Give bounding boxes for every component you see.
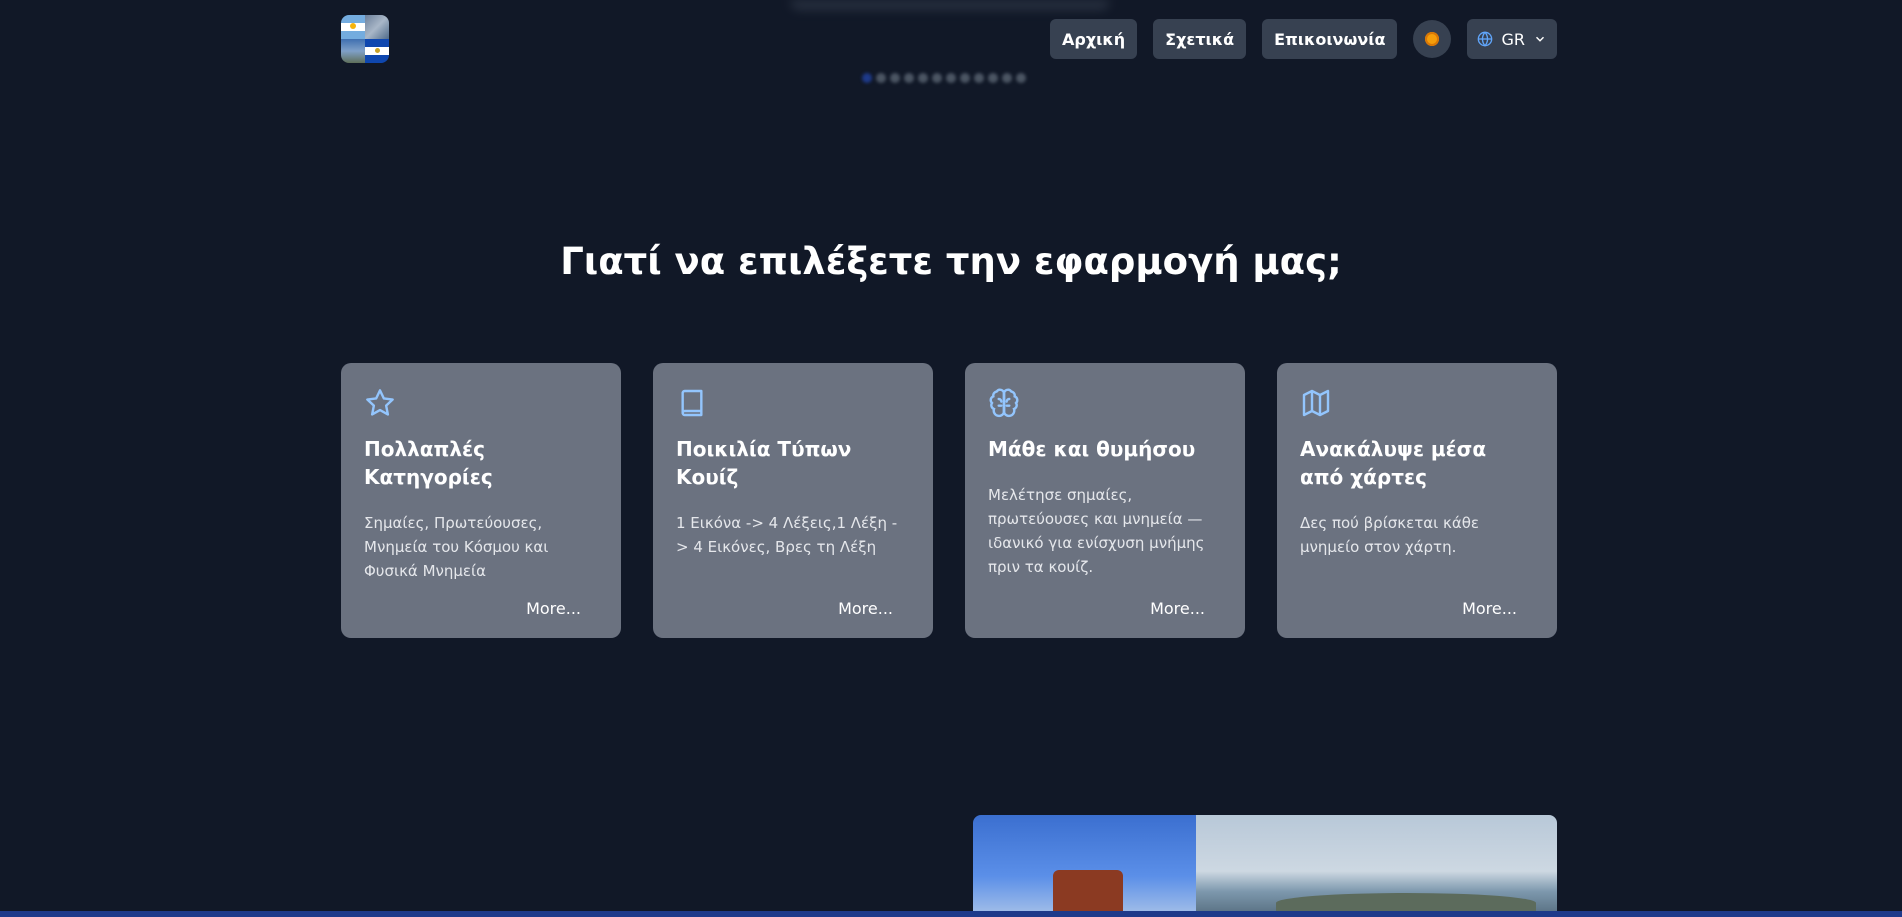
avatar-icon: [1425, 32, 1440, 46]
carousel-dot[interactable]: [974, 73, 984, 83]
feature-card-description: Δες πού βρίσκεται κάθε μνημείο στον χάρτ…: [1300, 514, 1479, 556]
carousel-dot[interactable]: [946, 73, 956, 83]
feature-card-description: Σημαίες, Πρωτεύουσες, Μνημεία του Κόσμου…: [364, 514, 549, 580]
main-nav: Αρχική Σχετικά Επικοινωνία GR: [1050, 19, 1557, 59]
book-icon: [681, 389, 703, 417]
carousel-dot[interactable]: [1016, 73, 1026, 83]
more-link[interactable]: More...: [1150, 599, 1205, 618]
nav-about-button[interactable]: Σχετικά: [1153, 19, 1247, 59]
feature-card-description: 1 Εικόνα -> 4 Λέξεις,1 Λέξη -> 4 Εικόνες…: [676, 514, 898, 556]
logo-flag-argentina: [341, 15, 365, 39]
logo-flag-el-salvador: [365, 39, 389, 63]
star-icon: [366, 389, 394, 416]
brain-icon: [989, 388, 1019, 418]
feature-card-quiz-types: Ποικιλία Τύπων Κουίζ 1 Εικόνα -> 4 Λέξει…: [653, 363, 933, 638]
logo-image-waterfall: [341, 39, 365, 63]
carousel-top-bar: [790, 0, 1110, 10]
landmark-image-coastline: [1196, 815, 1557, 917]
user-avatar-button[interactable]: [1413, 20, 1452, 58]
feature-card-title: Ποικιλία Τύπων Κουίζ: [676, 437, 852, 489]
more-link[interactable]: More...: [1462, 599, 1517, 618]
chevron-down-icon: [1535, 36, 1545, 42]
nav-home-button[interactable]: Αρχική: [1050, 19, 1138, 59]
globe-icon: [1478, 31, 1493, 47]
features-cards: Πολλαπλές Κατηγορίες Σημαίες, Πρωτεύουσε…: [341, 363, 1557, 638]
header: Αρχική Σχετικά Επικοινωνία GR: [341, 15, 1557, 63]
carousel-dots: [862, 73, 1026, 83]
language-label: GR: [1501, 29, 1525, 49]
carousel-dot[interactable]: [918, 73, 928, 83]
carousel-dot[interactable]: [876, 73, 886, 83]
os-taskbar: [0, 911, 1902, 917]
landmark-gallery: [973, 815, 1557, 917]
nav-contact-button[interactable]: Επικοινωνία: [1262, 19, 1398, 59]
carousel-dot[interactable]: [960, 73, 970, 83]
carousel-dot[interactable]: [1002, 73, 1012, 83]
feature-card-maps: Ανακάλυψε μέσα από χάρτες Δες πού βρίσκε…: [1277, 363, 1557, 638]
map-icon: [1302, 389, 1330, 417]
feature-card-description: Μελέτησε σημαίες, πρωτεύουσες και μνημεί…: [988, 486, 1205, 576]
landmark-image-monument-valley: [973, 815, 1196, 917]
feature-card-title: Ανακάλυψε μέσα από χάρτες: [1300, 437, 1487, 489]
more-link[interactable]: More...: [526, 599, 581, 618]
feature-card-title: Πολλαπλές Κατηγορίες: [364, 437, 493, 489]
language-selector[interactable]: GR: [1467, 19, 1557, 59]
feature-card-categories: Πολλαπλές Κατηγορίες Σημαίες, Πρωτεύουσε…: [341, 363, 621, 638]
carousel-dot[interactable]: [904, 73, 914, 83]
carousel-dot[interactable]: [932, 73, 942, 83]
logo[interactable]: [341, 15, 389, 63]
feature-card-learn: Μάθε και θυμήσου Μελέτησε σημαίες, πρωτε…: [965, 363, 1245, 638]
more-link[interactable]: More...: [838, 599, 893, 618]
carousel-dot[interactable]: [862, 73, 872, 83]
section-title: Γιατί να επιλέξετε την εφαρμογή μας;: [560, 240, 1342, 283]
logo-image-landscape: [365, 15, 389, 39]
carousel-dot[interactable]: [890, 73, 900, 83]
carousel-dot[interactable]: [988, 73, 998, 83]
feature-card-title: Μάθε και θυμήσου: [988, 437, 1196, 461]
